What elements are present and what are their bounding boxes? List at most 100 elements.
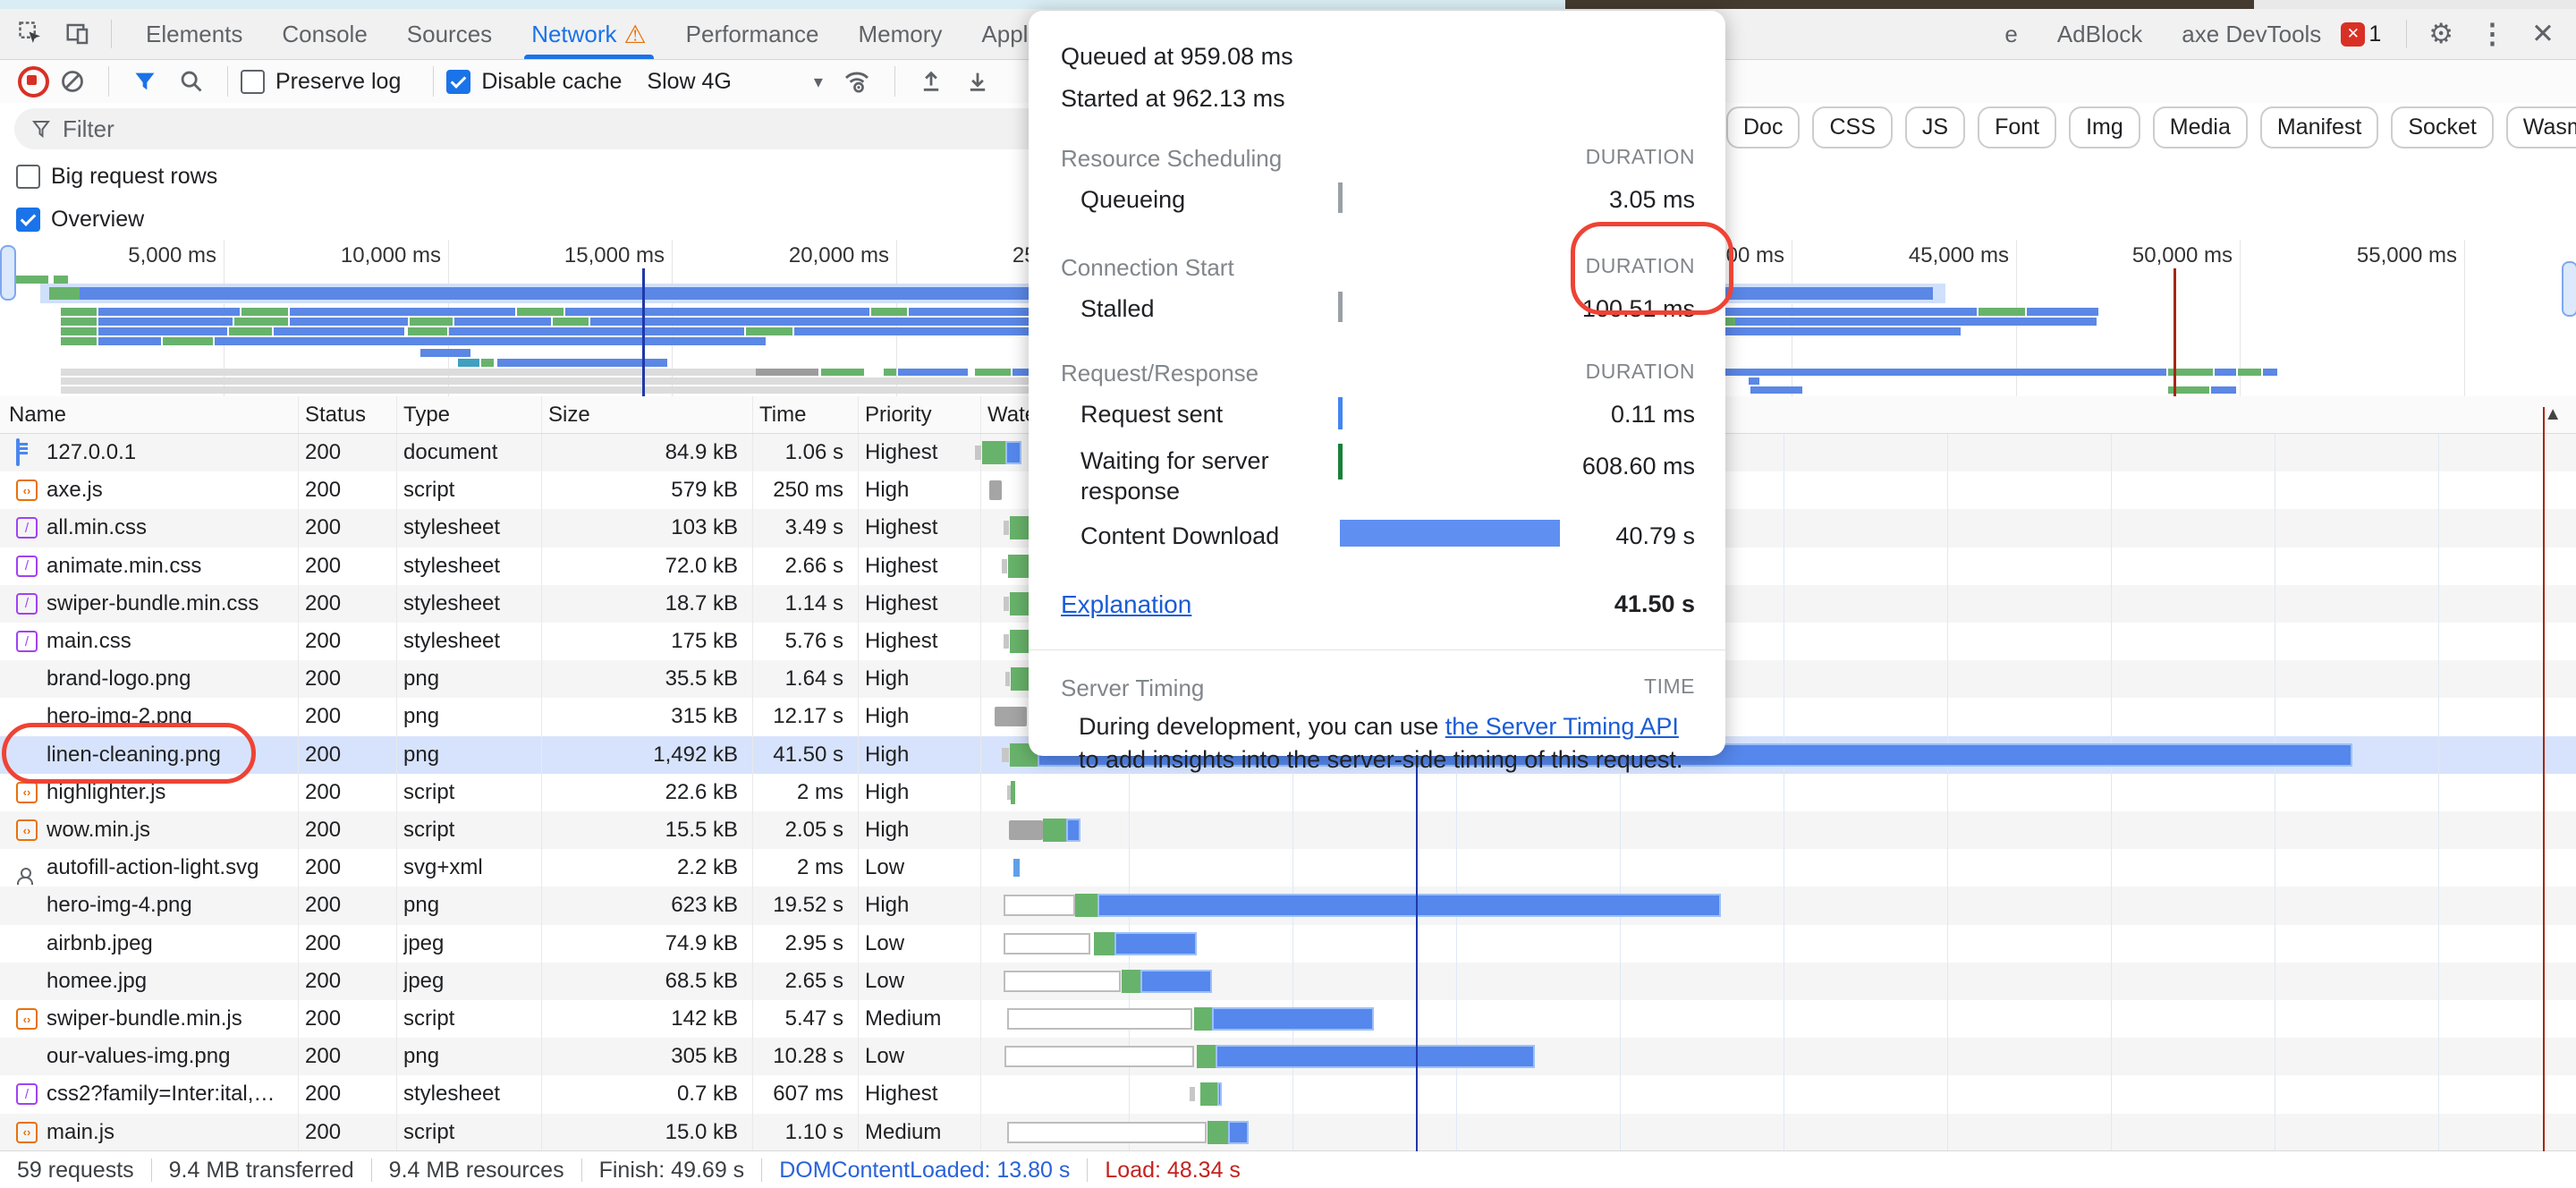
tab-sources[interactable]: Sources xyxy=(387,9,512,59)
overview-bar-segment xyxy=(2215,369,2236,376)
tab-network[interactable]: Network⚠ xyxy=(512,9,665,59)
tab-elements[interactable]: Elements xyxy=(126,9,262,59)
request-status: 200 xyxy=(305,1114,382,1151)
request-status: 200 xyxy=(305,1000,382,1038)
close-devtools-icon[interactable]: ✕ xyxy=(2531,18,2555,50)
waiting-for-server-label: Waiting for server response xyxy=(1080,446,1313,506)
request-row-our-values-img.png[interactable]: our-values-img.png200png305 kB10.28 sLow xyxy=(0,1038,2576,1075)
request-row-homee.jpg[interactable]: homee.jpg200jpeg68.5 kB2.65 sLow xyxy=(0,963,2576,1000)
request-type: png xyxy=(403,887,527,924)
overview-right-handle[interactable] xyxy=(2562,261,2576,317)
tab-adblock[interactable]: AdBlock xyxy=(2038,9,2162,59)
overview-bar-segment xyxy=(61,369,756,376)
export-har-icon[interactable] xyxy=(965,69,990,94)
time-column-header: TIME xyxy=(1644,675,1695,699)
overview-bar-segment xyxy=(884,369,896,376)
content-download-bar xyxy=(1340,520,1560,547)
filter-chip-font[interactable]: Font xyxy=(1978,106,2056,148)
waterfall-bar-segment xyxy=(1007,1008,1192,1030)
filter-chip-css[interactable]: CSS xyxy=(1812,106,1892,148)
page-background-strip xyxy=(0,0,2576,9)
filter-chip-doc[interactable]: Doc xyxy=(1726,106,1800,148)
overview-left-handle[interactable] xyxy=(0,245,16,301)
request-row-css2-family-inter-ital--[interactable]: /css2?family=Inter:ital,…200stylesheet0.… xyxy=(0,1075,2576,1113)
request-sent-label: Request sent xyxy=(1080,401,1223,428)
error-badge-icon[interactable]: ✕ xyxy=(2341,22,2365,47)
request-row-wow.min.js[interactable]: ‹›wow.min.js200script15.5 kB2.05 sHigh xyxy=(0,811,2576,849)
waterfall-bar-segment xyxy=(1010,592,1030,615)
tab-performance[interactable]: Performance xyxy=(666,9,839,59)
request-size: 22.6 kB xyxy=(548,774,738,811)
filter-chip-js[interactable]: JS xyxy=(1905,106,1965,148)
throttling-select[interactable]: Slow 4G xyxy=(647,69,731,95)
request-row-hero-img-4.png[interactable]: hero-img-4.png200png623 kB19.52 sHigh xyxy=(0,887,2576,924)
request-time: 5.76 s xyxy=(759,623,843,660)
request-status: 200 xyxy=(305,963,382,1000)
request-type: svg+xml xyxy=(403,849,527,887)
sort-indicator-icon[interactable]: ▲ xyxy=(2544,396,2562,433)
request-time: 2.66 s xyxy=(759,547,843,585)
request-row-autofill-action-light.svg[interactable]: autofill-action-light.svg200svg+xml2.2 k… xyxy=(0,849,2576,887)
request-row-highlighter.js[interactable]: ‹›highlighter.js200script22.6 kB2 msHigh xyxy=(0,774,2576,811)
tab-axe-devtools[interactable]: axe DevTools xyxy=(2162,9,2341,59)
settings-gear-icon[interactable]: ⚙ xyxy=(2428,18,2453,50)
filter-chip-manifest[interactable]: Manifest xyxy=(2260,106,2378,148)
request-row-swiper-bundle.min.js[interactable]: ‹›swiper-bundle.min.js200script142 kB5.4… xyxy=(0,1000,2576,1038)
network-conditions-icon[interactable] xyxy=(843,67,871,96)
request-time: 607 ms xyxy=(759,1075,843,1113)
chevron-down-icon[interactable]: ▾ xyxy=(814,71,823,93)
waterfall-bar-segment xyxy=(995,707,1027,726)
request-status: 200 xyxy=(305,774,382,811)
tab-e[interactable]: e xyxy=(1985,9,2037,59)
search-icon[interactable] xyxy=(179,69,204,94)
device-toolbar-icon[interactable] xyxy=(63,19,93,49)
overview-tick-label: 15,000 ms xyxy=(521,243,665,268)
summary-9-4-mb-transferred: 9.4 MB transferred xyxy=(152,1158,371,1184)
column-header-time[interactable]: Time xyxy=(759,396,858,433)
overview-bar-segment xyxy=(242,308,288,316)
filter-chip-img[interactable]: Img xyxy=(2069,106,2140,148)
preserve-log-checkbox[interactable] xyxy=(241,70,265,94)
big-request-rows-checkbox[interactable] xyxy=(16,165,40,189)
request-time: 2 ms xyxy=(759,774,843,811)
request-row-main.js[interactable]: ‹›main.js200script15.0 kB1.10 sMedium xyxy=(0,1114,2576,1151)
request-sent-value: 0.11 ms xyxy=(1611,401,1695,429)
explanation-link[interactable]: Explanation xyxy=(1061,590,1191,618)
filter-chip-socket[interactable]: Socket xyxy=(2391,106,2493,148)
column-header-name[interactable]: Name xyxy=(9,396,298,433)
request-priority: Low xyxy=(865,1038,966,1075)
overview-checkbox[interactable] xyxy=(16,208,40,232)
overview-bar-segment xyxy=(420,349,470,357)
filter-toggle-icon[interactable] xyxy=(132,69,157,94)
column-header-priority[interactable]: Priority xyxy=(865,396,980,433)
script-icon: ‹› xyxy=(16,782,38,803)
network-summary-bar: 59 requests9.4 MB transferred9.4 MB reso… xyxy=(0,1150,2576,1188)
request-sent-tick xyxy=(1338,397,1343,429)
record-network-log-button[interactable] xyxy=(18,66,49,98)
tab-memory[interactable]: Memory xyxy=(839,9,962,59)
disable-cache-checkbox[interactable] xyxy=(446,70,470,94)
overview-bar-segment xyxy=(410,318,453,326)
clear-network-log-icon[interactable] xyxy=(60,69,85,94)
overview-bar-segment xyxy=(98,308,240,316)
column-divider xyxy=(298,396,299,433)
import-har-icon[interactable] xyxy=(919,69,944,94)
request-row-airbnb.jpeg[interactable]: airbnb.jpeg200jpeg74.9 kB2.95 sLow xyxy=(0,925,2576,963)
filter-chip-wasm[interactable]: Wasm xyxy=(2506,106,2576,148)
column-header-size[interactable]: Size xyxy=(548,396,752,433)
column-header-status[interactable]: Status xyxy=(305,396,396,433)
tab-console[interactable]: Console xyxy=(262,9,386,59)
request-priority: High xyxy=(865,887,966,924)
waterfall-bar-segment xyxy=(1004,1046,1194,1067)
more-menu-icon[interactable]: ⋮ xyxy=(2479,18,2506,50)
request-name: main.js xyxy=(47,1114,292,1151)
queueing-tick xyxy=(1338,182,1343,213)
server-timing-api-link[interactable]: the Server Timing API xyxy=(1445,713,1679,740)
overview-load-line xyxy=(2174,268,2176,396)
request-size: 35.5 kB xyxy=(548,660,738,698)
request-type: jpeg xyxy=(403,925,527,963)
waterfall-bar-segment xyxy=(1097,894,1721,917)
inspect-element-icon[interactable] xyxy=(16,19,47,49)
column-header-type[interactable]: Type xyxy=(403,396,541,433)
filter-chip-media[interactable]: Media xyxy=(2153,106,2248,148)
